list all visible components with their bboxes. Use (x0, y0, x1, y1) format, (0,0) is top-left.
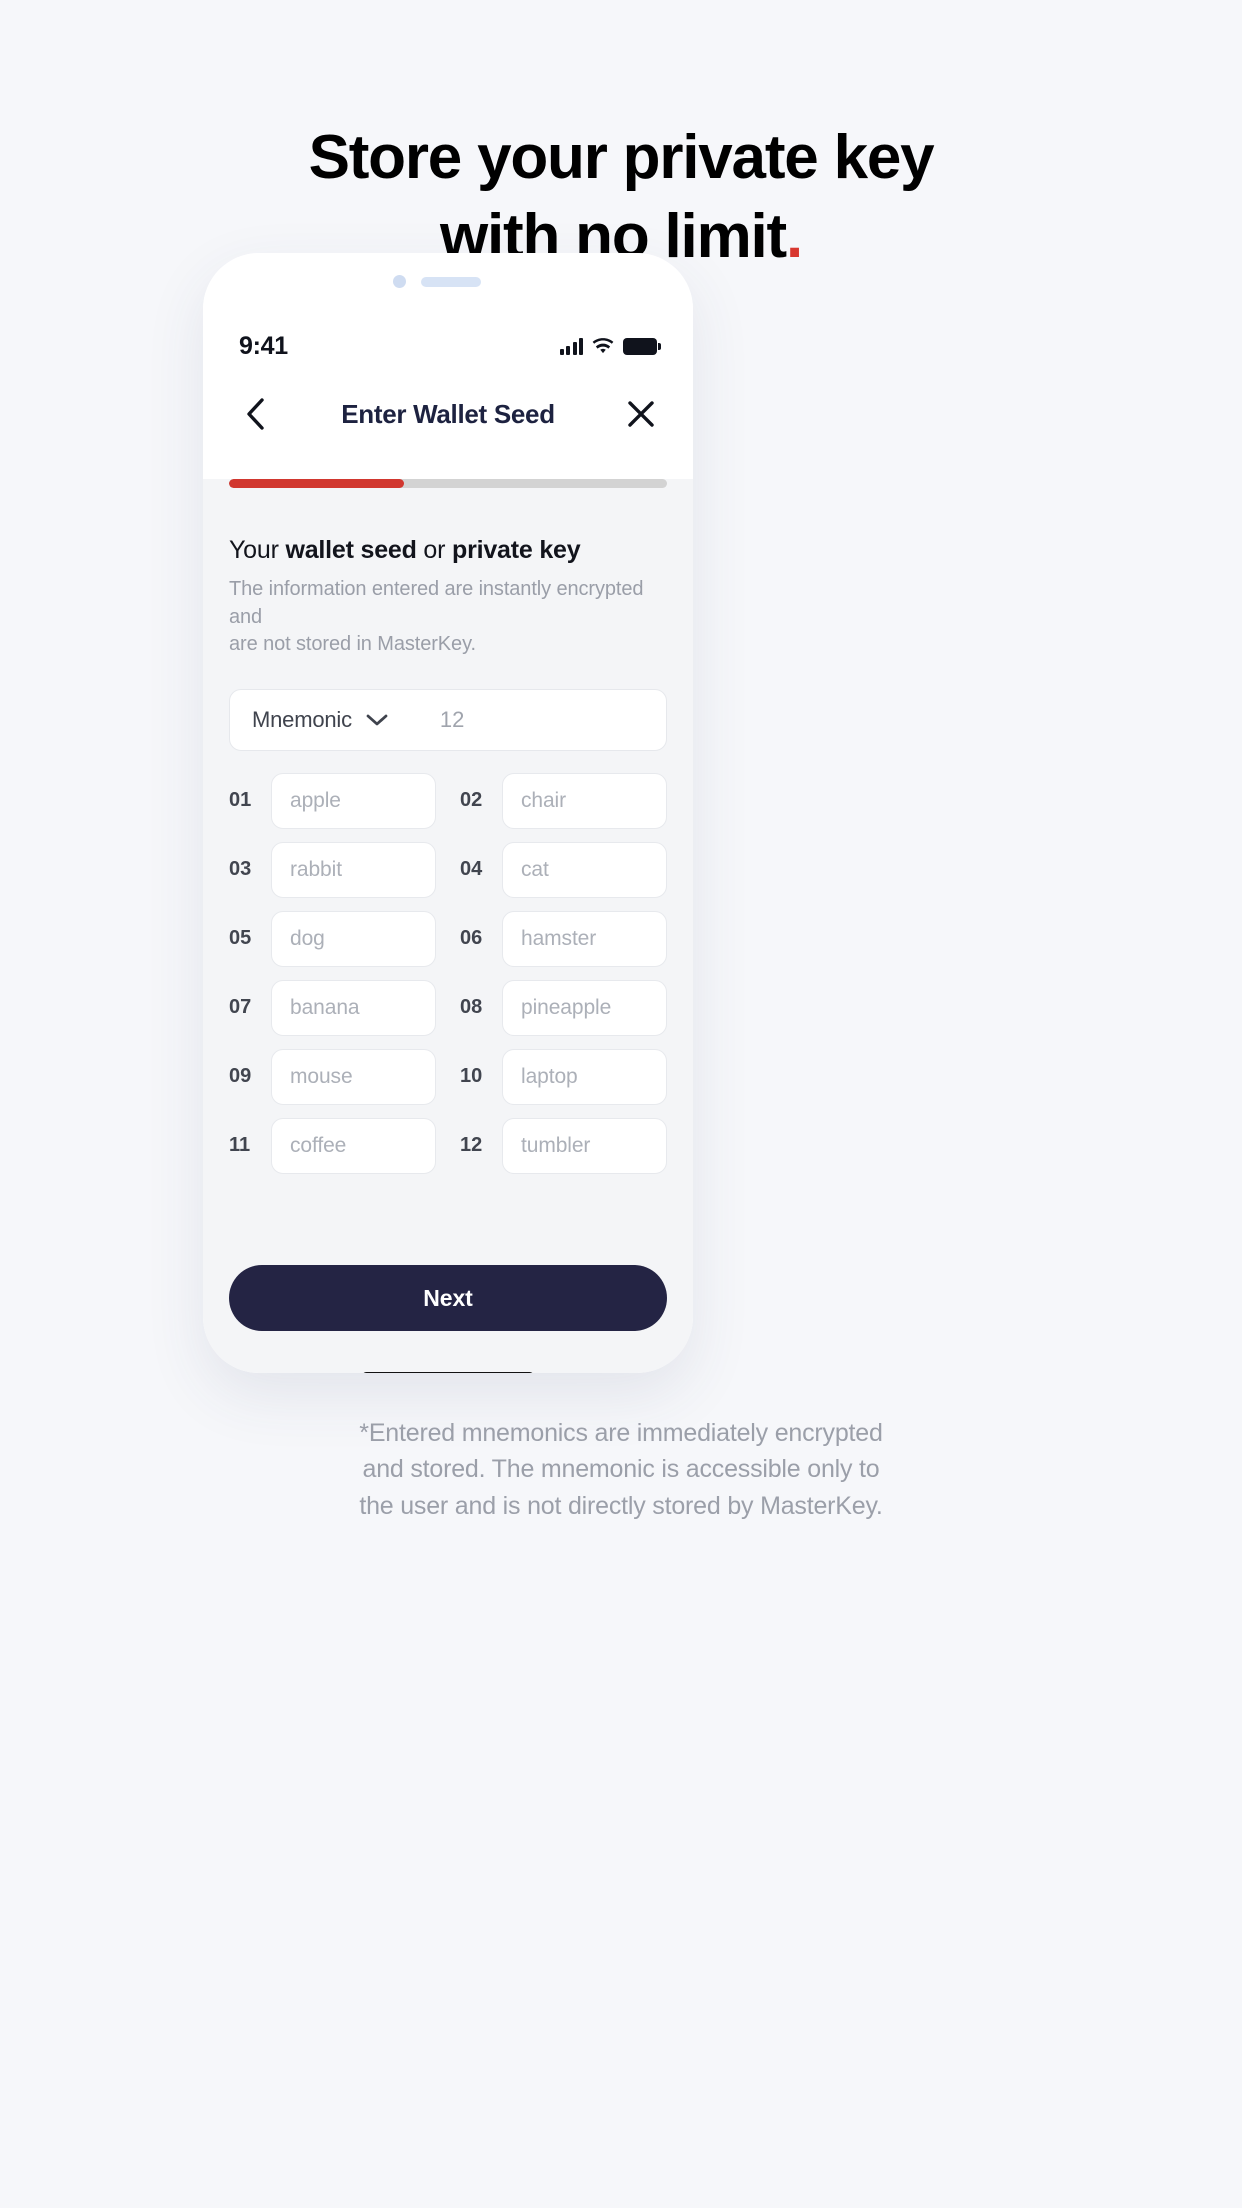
subtitle-line-1: The information entered are instantly en… (229, 578, 644, 628)
heading-part-3: or (416, 536, 452, 564)
seed-word-cell: 05 dog (229, 910, 436, 967)
heading-part-1: Your (229, 536, 286, 564)
close-button[interactable] (619, 392, 663, 436)
seed-word-index: 07 (229, 996, 252, 1019)
progress-bar-track (229, 479, 667, 488)
seed-word-input[interactable]: pineapple (502, 979, 667, 1036)
word-count-value[interactable]: 12 (440, 707, 464, 733)
app-nav-bar: Enter Wallet Seed (203, 379, 693, 449)
seed-word-input[interactable]: banana (271, 979, 436, 1036)
phone-top-bezel (203, 253, 693, 313)
seed-word-input[interactable]: laptop (502, 1048, 667, 1105)
seed-word-index: 09 (229, 1065, 252, 1088)
footer-line-2: and stored. The mnemonic is accessible o… (362, 1455, 880, 1484)
seed-word-cell: 04 cat (460, 841, 667, 898)
seed-word-index: 06 (460, 927, 483, 950)
seed-word-index: 03 (229, 858, 252, 881)
chevron-left-icon (247, 398, 264, 430)
seed-type-selector[interactable]: Mnemonic 12 (229, 688, 667, 751)
section-subtitle: The information entered are instantly en… (229, 576, 667, 659)
headline-line-1: Store your private key (308, 123, 935, 192)
heading-part-4: private key (452, 536, 581, 564)
seed-word-index: 04 (460, 858, 483, 881)
seed-word-input[interactable]: rabbit (271, 841, 436, 898)
seed-word-index: 12 (460, 1134, 483, 1157)
seed-word-cell: 07 banana (229, 979, 436, 1036)
seed-word-input[interactable]: apple (271, 772, 436, 829)
back-button[interactable] (233, 392, 277, 436)
seed-word-cell: 08 pineapple (460, 979, 667, 1036)
seed-word-cell: 09 mouse (229, 1048, 436, 1105)
section-heading: Your wallet seed or private key (229, 536, 667, 565)
seed-word-index: 10 (460, 1065, 483, 1088)
footer-disclaimer: *Entered mnemonics are immediately encry… (0, 1415, 1242, 1524)
seed-word-cell: 02 chair (460, 772, 667, 829)
wifi-icon (592, 337, 614, 353)
speaker-grill-icon (421, 277, 481, 287)
camera-icon (393, 275, 406, 288)
progress-bar-fill (229, 479, 405, 488)
footer-line-1: *Entered mnemonics are immediately encry… (359, 1419, 883, 1447)
seed-word-cell: 12 tumbler (460, 1117, 667, 1174)
seed-word-input[interactable]: hamster (502, 910, 667, 967)
phone-mockup: 9:41 Enter Wallet Seed Your wallet seed … (203, 253, 693, 1373)
cellular-signal-icon (559, 337, 583, 355)
status-bar: 9:41 (203, 313, 693, 379)
seed-word-input[interactable]: dog (271, 910, 436, 967)
home-indicator (362, 1372, 534, 1373)
seed-word-index: 08 (460, 996, 483, 1019)
seed-word-cell: 06 hamster (460, 910, 667, 967)
status-icons (559, 337, 661, 355)
headline-accent-period: . (786, 202, 803, 272)
next-button[interactable]: Next (229, 1265, 667, 1331)
seed-type-label: Mnemonic (252, 706, 352, 732)
seed-word-cell: 11 coffee (229, 1117, 436, 1174)
seed-word-cell: 01 apple (229, 772, 436, 829)
seed-word-cell: 10 laptop (460, 1048, 667, 1105)
seed-word-index: 01 (229, 789, 252, 812)
marketing-mockup-page: Store your private key with no limit. 9:… (0, 0, 1242, 2208)
seed-word-input[interactable]: coffee (271, 1117, 436, 1174)
footer-line-3: the user and is not directly stored by M… (359, 1491, 883, 1520)
seed-word-input[interactable]: cat (502, 841, 667, 898)
seed-word-index: 11 (229, 1134, 251, 1157)
seed-words-grid: 01 apple 02 chair 03 rabbit 04 cat 05 dog 06 hamste… (229, 772, 667, 1174)
screen-content: Your wallet seed or private key The info… (203, 479, 693, 1373)
status-time: 9:41 (239, 331, 288, 360)
seed-word-index: 02 (460, 789, 483, 812)
seed-word-input[interactable]: tumbler (502, 1117, 667, 1174)
seed-word-cell: 03 rabbit (229, 841, 436, 898)
battery-icon (623, 337, 661, 355)
chevron-down-glyph (366, 714, 388, 726)
chevron-down-icon[interactable] (366, 713, 388, 727)
close-icon (628, 401, 654, 427)
seed-word-input[interactable]: mouse (271, 1048, 436, 1105)
subtitle-line-2: are not stored in MasterKey. (229, 633, 476, 656)
seed-word-input[interactable]: chair (502, 772, 667, 829)
seed-word-index: 05 (229, 927, 252, 950)
heading-part-2: wallet seed (285, 536, 417, 564)
